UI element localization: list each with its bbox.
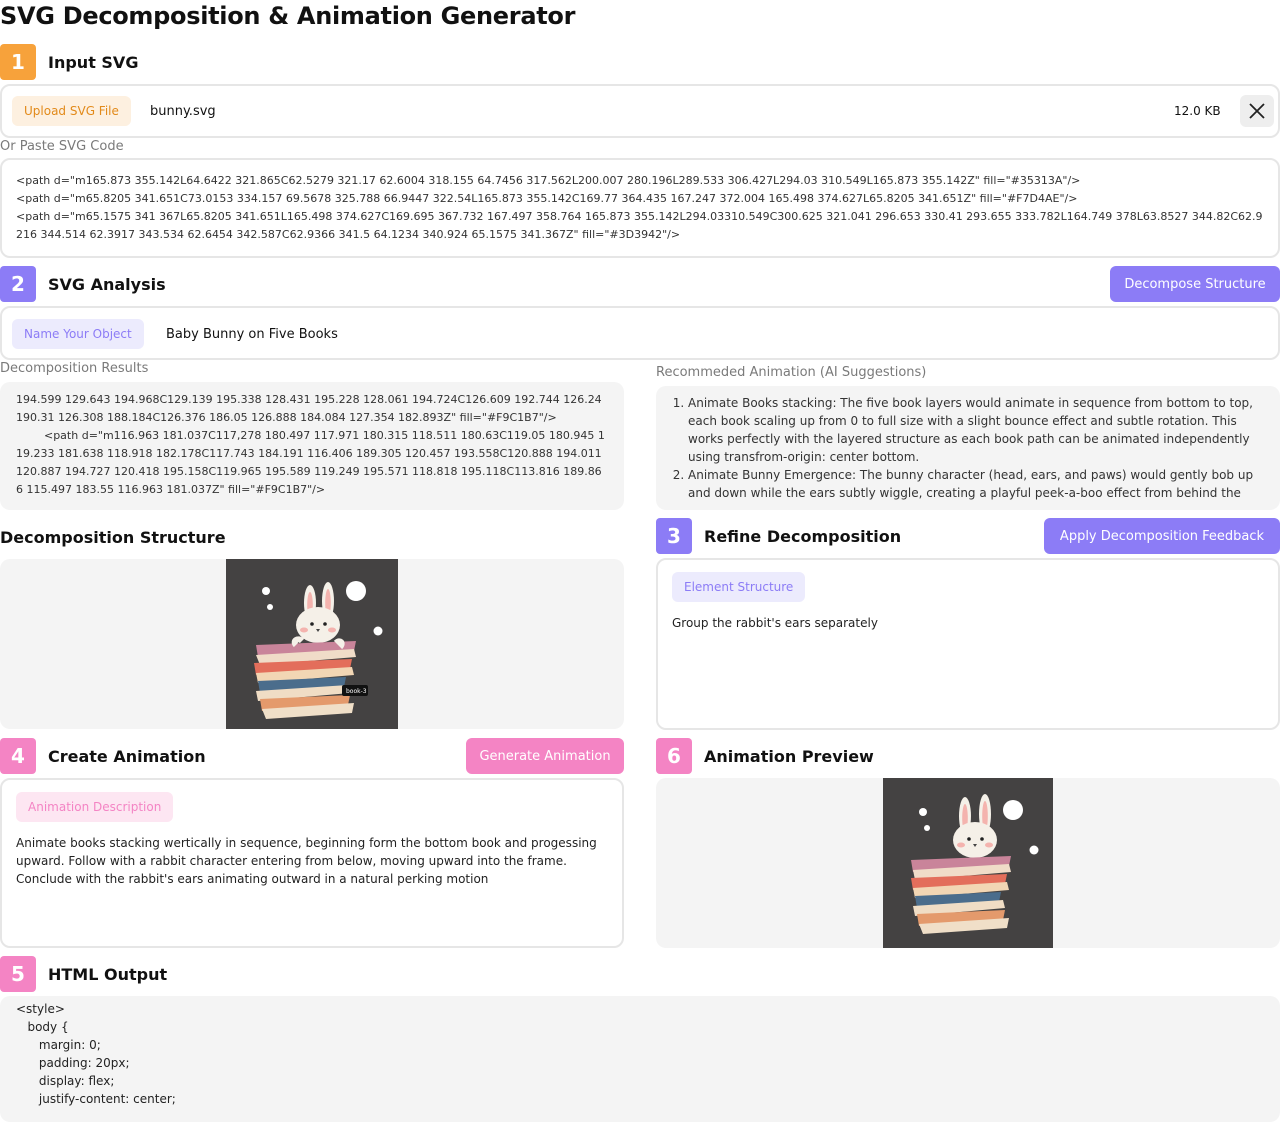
step-number-4: 4 [0, 738, 36, 774]
decomposition-structure-panel: book-3 [0, 559, 624, 729]
animation-description-chip: Animation Description [16, 792, 174, 822]
name-your-object-chip: Name Your Object [12, 319, 144, 349]
step-title-input-svg: Input SVG [48, 53, 139, 72]
suggestion-item: Animate Books stacking: The five book la… [688, 394, 1266, 466]
refine-feedback-textarea[interactable]: Element Structure Group the rabbit's ear… [656, 558, 1280, 730]
element-structure-chip: Element Structure [672, 572, 806, 602]
decompose-structure-button[interactable]: Decompose Structure [1110, 266, 1280, 302]
bunny-preview-image [911, 794, 1039, 934]
step-number-5: 5 [0, 956, 36, 992]
animation-preview-panel [656, 778, 1280, 948]
paste-svg-label: Or Paste SVG Code [0, 139, 124, 154]
upload-bar: Upload SVG File bunny.svg 12.0 KB [0, 84, 1280, 138]
apply-decomposition-feedback-button[interactable]: Apply Decomposition Feedback [1044, 518, 1280, 554]
svg-code-textarea[interactable]: <path d="m165.873 355.142L64.6422 321.86… [0, 158, 1280, 258]
animation-preview-canvas [883, 778, 1053, 948]
object-name-input[interactable]: Baby Bunny on Five Books [166, 327, 338, 342]
object-name-bar: Name Your Object Baby Bunny on Five Book… [0, 306, 1280, 360]
step-number-3: 3 [656, 518, 692, 554]
suggestion-item: Animate Bunny Emergence: The bunny chara… [688, 466, 1266, 502]
close-icon [1249, 103, 1265, 119]
file-name: bunny.svg [150, 104, 216, 119]
step-title-html-output: HTML Output [48, 965, 168, 984]
step-title-svg-analysis: SVG Analysis [48, 275, 166, 294]
remove-file-button[interactable] [1240, 95, 1274, 127]
step-number-1: 1 [0, 44, 36, 80]
ai-suggestions-panel: Animate Books stacking: The five book la… [656, 386, 1280, 510]
generate-animation-button[interactable]: Generate Animation [466, 738, 624, 774]
decomposition-results-code: 194.599 129.643 194.968C129.139 195.338 … [16, 393, 605, 496]
bunny-on-books-image: book-3 [254, 581, 383, 719]
decomposition-results-label: Decomposition Results [0, 361, 149, 376]
svg-code-content: <path d="m165.873 355.142L64.6422 321.86… [16, 174, 1263, 241]
animation-description-textarea[interactable]: Animation Description Animate books stac… [0, 778, 624, 948]
step-number-2: 2 [0, 266, 36, 302]
refine-feedback-text: Group the rabbit's ears separately [672, 616, 878, 630]
decomposition-structure-heading: Decomposition Structure [0, 528, 226, 547]
decomposition-results: 194.599 129.643 194.968C129.139 195.338 … [0, 382, 624, 510]
upload-svg-button[interactable]: Upload SVG File [12, 96, 131, 126]
step-title-create-animation: Create Animation [48, 747, 206, 766]
step-title-animation-preview: Animation Preview [704, 747, 874, 766]
animation-description-text: Animate books stacking wertically in seq… [16, 836, 597, 886]
step-title-refine: Refine Decomposition [704, 527, 902, 546]
file-size: 12.0 KB [1174, 104, 1221, 118]
book-tag: book-3 [346, 688, 367, 695]
html-output-code: <style> body { margin: 0; padding: 20px;… [16, 1002, 176, 1106]
recommended-animation-label: Recommeded Animation (AI Suggestions) [656, 365, 927, 380]
html-output-panel: <style> body { margin: 0; padding: 20px;… [0, 996, 1280, 1122]
step-number-6: 6 [656, 738, 692, 774]
page-title: SVG Decomposition & Animation Generator [0, 2, 576, 30]
bunny-illustration: book-3 [226, 559, 398, 729]
